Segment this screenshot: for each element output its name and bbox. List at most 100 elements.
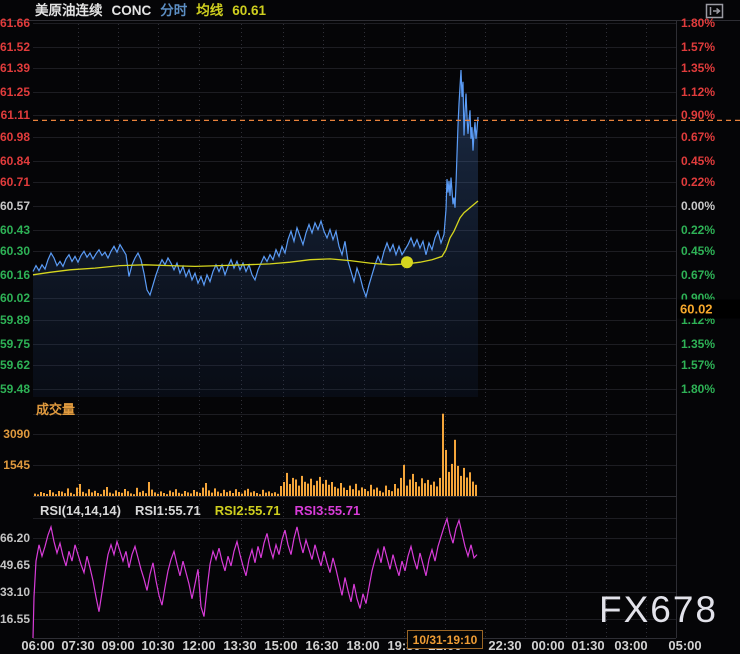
volume-bar: [52, 492, 54, 496]
volume-bar: [316, 481, 318, 496]
rsi-header: RSI(14,14,14) RSI1:55.71 RSI2:55.71 RSI3…: [40, 503, 360, 518]
volume-bar: [406, 486, 408, 496]
volume-bar: [304, 482, 306, 496]
rsi-axis-label: 16.55: [0, 613, 30, 625]
volume-bar: [232, 493, 234, 496]
volume-panel-title: 成交量: [36, 399, 75, 418]
volume-bar: [415, 482, 417, 496]
volume-bar: [397, 488, 399, 496]
volume-bar: [388, 490, 390, 496]
crosshair-dot: [401, 256, 413, 268]
volume-bar: [418, 486, 420, 496]
volume-bar: [463, 468, 465, 496]
volume-bar: [391, 491, 393, 496]
volume-bar: [46, 494, 48, 496]
volume-bar: [133, 494, 135, 496]
volume-bar: [427, 480, 429, 496]
time-axis-label: 09:00: [101, 637, 134, 654]
volume-bar: [208, 490, 210, 496]
percent-axis-label: 1.57%: [681, 41, 715, 53]
volume-bar: [307, 484, 309, 496]
percent-axis-label: 0.45%: [681, 155, 715, 167]
volume-bar: [190, 493, 192, 496]
percent-axis-label: 1.80%: [681, 383, 715, 395]
volume-axis-label: 3090: [0, 428, 30, 440]
volume-bar: [268, 491, 270, 496]
volume-bar: [457, 466, 459, 496]
volume-bar: [361, 487, 363, 496]
volume-bar: [343, 488, 345, 496]
volume-bar: [91, 492, 93, 496]
price-area-fill: [33, 70, 478, 397]
volume-bar: [178, 493, 180, 496]
timeframe-label[interactable]: 分时: [160, 2, 187, 19]
symbol-code: CONC: [112, 2, 152, 19]
price-axis-label: 61.66: [0, 17, 30, 29]
chart-canvas[interactable]: [0, 0, 740, 654]
volume-bar: [139, 492, 141, 496]
percent-axis-label: 0.00%: [681, 200, 715, 212]
volume-bar: [328, 485, 330, 496]
volume-bar: [370, 485, 372, 496]
price-axis-label: 59.75: [0, 338, 30, 350]
volume-bar: [115, 490, 117, 496]
volume-bar: [325, 480, 327, 496]
time-axis-label: 10:30: [141, 637, 174, 654]
volume-bar: [229, 491, 231, 496]
chart-title: 美原油连续 CONC 分时 均线 60.61: [35, 2, 266, 19]
volume-bar: [331, 482, 333, 496]
price-axis-label: 61.11: [0, 109, 30, 121]
volume-bar: [367, 491, 369, 496]
percent-axis-label: 0.22%: [681, 224, 715, 236]
percent-axis-label: 1.57%: [681, 359, 715, 371]
volume-bar: [100, 494, 102, 496]
volume-bar: [385, 486, 387, 496]
volume-bar: [220, 493, 222, 496]
volume-bar: [247, 489, 249, 496]
time-axis-label: 01:30: [571, 637, 604, 654]
price-axis-label: 60.02: [0, 292, 30, 304]
volume-bar: [73, 494, 75, 496]
volume-bar: [274, 492, 276, 496]
volume-bar: [355, 484, 357, 496]
crosshair-time-tooltip: 10/31-19:10: [407, 630, 483, 649]
volume-bar: [238, 492, 240, 496]
expand-panel-icon[interactable]: [702, 3, 726, 20]
volume-bar: [148, 482, 150, 496]
price-axis-label: 60.30: [0, 245, 30, 257]
volume-bar: [313, 485, 315, 496]
percent-axis-label: 1.35%: [681, 338, 715, 350]
volume-bar: [436, 486, 438, 496]
volume-bar: [451, 464, 453, 496]
volume-bar: [226, 492, 228, 496]
time-axis-label: 06:00: [21, 637, 54, 654]
volume-bar: [70, 493, 72, 496]
volume-bar: [424, 483, 426, 496]
volume-bar: [265, 493, 267, 496]
volume-bar: [334, 487, 336, 496]
volume-bar: [109, 493, 111, 496]
volume-bar: [49, 490, 51, 496]
volume-bar: [364, 489, 366, 496]
volume-bar: [475, 485, 477, 496]
volume-bar: [187, 492, 189, 496]
volume-bar: [34, 494, 36, 496]
rsi3-value: RSI3:55.71: [294, 503, 360, 518]
price-axis-label: 59.89: [0, 314, 30, 326]
volume-bar: [181, 494, 183, 496]
volume-bar: [196, 492, 198, 496]
volume-bar: [445, 450, 447, 496]
volume-bar: [88, 489, 90, 496]
volume-bar: [271, 493, 273, 496]
price-axis-label: 61.25: [0, 86, 30, 98]
volume-bar: [409, 480, 411, 497]
volume-bar: [376, 488, 378, 496]
volume-bar: [121, 493, 123, 496]
time-axis-label: 13:30: [223, 637, 256, 654]
volume-bar: [145, 493, 147, 496]
volume-bar: [433, 482, 435, 496]
percent-axis-label: 0.67%: [681, 269, 715, 281]
volume-bar: [394, 484, 396, 496]
volume-bar: [292, 478, 294, 496]
ma-label: 均线: [196, 2, 223, 19]
